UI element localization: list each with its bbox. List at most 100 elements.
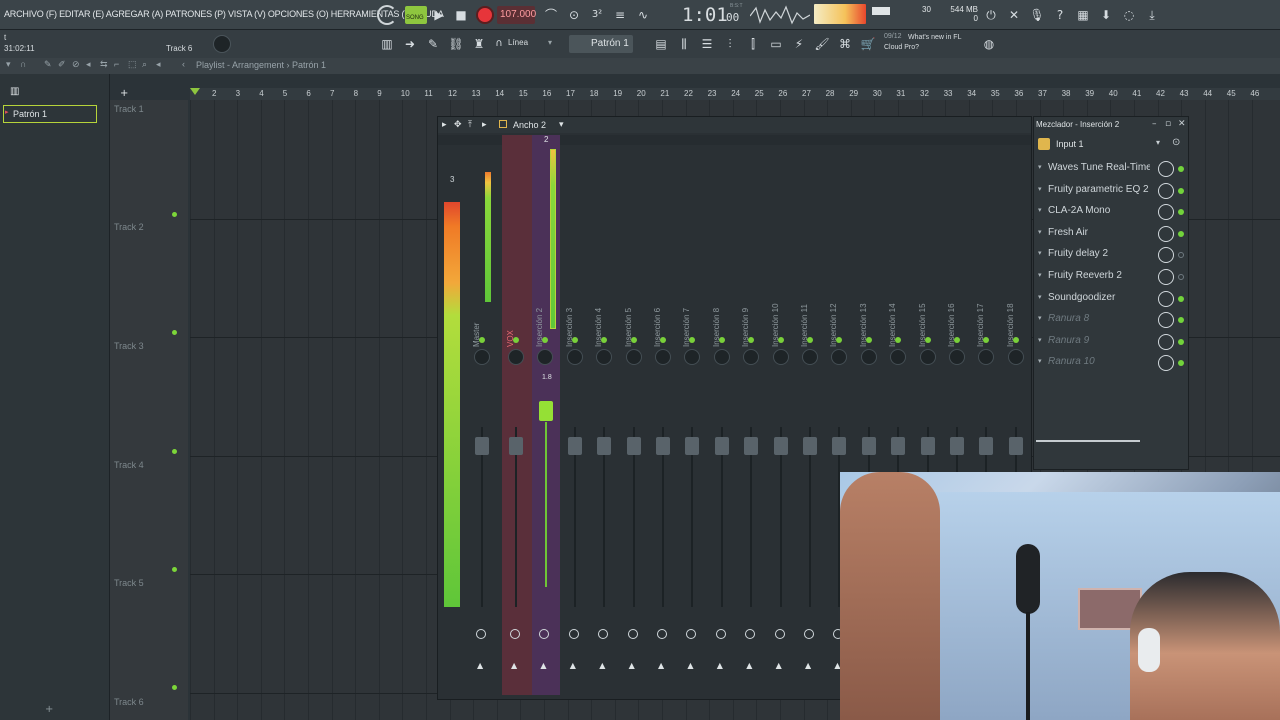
track-led[interactable] bbox=[172, 567, 177, 572]
pan-knob[interactable] bbox=[949, 349, 965, 365]
metronome-icon[interactable]: ⌒ bbox=[542, 6, 560, 24]
volume-fader[interactable] bbox=[1008, 437, 1023, 455]
pan-knob[interactable] bbox=[860, 349, 877, 365]
help-icon[interactable]: ? bbox=[1051, 6, 1069, 24]
snap-select[interactable]: Línea ▾ bbox=[504, 36, 554, 52]
slot-enable-led[interactable] bbox=[1178, 166, 1184, 172]
slot-menu-icon[interactable]: ▾ bbox=[1038, 357, 1042, 365]
effect-slot[interactable]: ▾ Ranura 10 bbox=[1038, 353, 1186, 373]
blend-notes-icon[interactable]: ∿ bbox=[634, 6, 652, 24]
route-arrow-icon[interactable]: ▲ bbox=[477, 661, 483, 670]
playback-icon[interactable]: ◂ bbox=[156, 59, 161, 70]
playhead-marker[interactable] bbox=[190, 88, 200, 95]
route-arrow-icon[interactable]: ▲ bbox=[746, 661, 752, 670]
mute-icon[interactable]: ◂ bbox=[86, 59, 91, 70]
eq-icon[interactable]: ⫶ bbox=[721, 35, 739, 53]
menu-opciones[interactable]: OPCIONES (O) bbox=[268, 9, 329, 19]
slot-enable-led[interactable] bbox=[1178, 360, 1184, 367]
power-icon[interactable]: ⏻ bbox=[982, 6, 1000, 24]
strip-enable-led[interactable] bbox=[807, 337, 813, 343]
tag-icon[interactable]: ⌘ bbox=[836, 35, 854, 53]
fx-toggle-icon[interactable] bbox=[627, 629, 638, 639]
delete-icon[interactable]: ⊘ bbox=[72, 59, 80, 70]
piano-icon[interactable]: ▦ bbox=[1074, 6, 1092, 24]
strip-enable-led[interactable] bbox=[630, 337, 637, 343]
volume-fader[interactable] bbox=[744, 437, 759, 455]
track-name[interactable]: Track 3 bbox=[114, 341, 144, 351]
arrow-right-icon[interactable]: ➜ bbox=[401, 35, 419, 53]
chevron-down-icon[interactable]: ▾ bbox=[559, 119, 564, 130]
pan-knob[interactable] bbox=[890, 349, 907, 365]
volume-fader[interactable] bbox=[773, 437, 788, 455]
channel-rack-icon[interactable]: ☰ bbox=[698, 35, 716, 53]
slot-enable-led[interactable] bbox=[1178, 209, 1184, 216]
paint-icon[interactable]: ✐ bbox=[58, 59, 66, 70]
draw-tool-icon[interactable]: ✎ bbox=[424, 35, 442, 53]
download-plugin-icon[interactable]: ⬇ bbox=[1097, 6, 1115, 24]
mixer-strip[interactable]: Master ▲ bbox=[468, 137, 496, 697]
link-icon[interactable]: ⛓ bbox=[447, 35, 465, 53]
effect-slot[interactable]: ▾ CLA-2A Mono bbox=[1038, 202, 1186, 222]
slot-menu-icon[interactable]: ▾ bbox=[1038, 336, 1042, 344]
pattern-selector[interactable]: Patrón 1 bbox=[569, 35, 633, 53]
chat-icon[interactable]: ◌ bbox=[1120, 6, 1138, 24]
upload-icon[interactable]: ⤒ bbox=[468, 119, 472, 130]
pan-knob[interactable] bbox=[743, 349, 760, 365]
pan-knob[interactable] bbox=[566, 349, 583, 365]
volume-fader[interactable] bbox=[567, 437, 582, 455]
pan-knob[interactable] bbox=[802, 349, 818, 365]
volume-fader[interactable] bbox=[656, 437, 670, 455]
route-arrow-icon[interactable]: ▲ bbox=[599, 661, 605, 670]
slot-menu-icon[interactable]: ▾ bbox=[1038, 185, 1042, 193]
effect-slot[interactable]: ▾ Soundgoodizer bbox=[1038, 289, 1186, 309]
globe-icon[interactable]: ◍ bbox=[980, 35, 998, 53]
sliders-icon[interactable]: ⫿ bbox=[744, 35, 762, 53]
fx-toggle-icon[interactable] bbox=[657, 629, 667, 639]
fx-toggle-icon[interactable] bbox=[686, 629, 697, 639]
chevron-down-icon[interactable]: ▾ bbox=[6, 59, 11, 70]
effect-slot[interactable]: ▾ Fruity Reeverb 2 bbox=[1038, 267, 1186, 287]
pan-knob[interactable] bbox=[1007, 349, 1024, 365]
route-arrow-icon[interactable]: ▲ bbox=[540, 661, 546, 670]
volume-fader[interactable] bbox=[597, 437, 612, 455]
mixer-tool-icon[interactable]: ✥ bbox=[454, 119, 462, 130]
effect-slot[interactable]: ▾ Ranura 8 bbox=[1038, 310, 1186, 330]
slot-mix-knob[interactable] bbox=[1158, 161, 1174, 177]
input-select[interactable]: Input 1 ▾ ⊙ bbox=[1038, 137, 1186, 153]
effect-slot[interactable]: ▾ Waves Tune Real-Time bbox=[1038, 159, 1186, 179]
slot-mix-knob[interactable] bbox=[1158, 225, 1174, 242]
slot-mix-knob[interactable] bbox=[1158, 333, 1174, 350]
strip-enable-led[interactable] bbox=[924, 337, 931, 343]
pattern-item[interactable]: ▸ Patrón 1 bbox=[3, 105, 97, 123]
song-position-display[interactable]: 1:01 00 B:S:T bbox=[682, 3, 743, 27]
volume-fader[interactable] bbox=[626, 437, 641, 455]
fx-toggle-icon[interactable] bbox=[598, 629, 609, 639]
piano-roll-icon[interactable]: ▥ bbox=[378, 35, 396, 53]
play-icon[interactable]: ▶ bbox=[430, 6, 448, 24]
maximize-icon[interactable]: ▫ bbox=[1165, 119, 1171, 129]
effect-slot[interactable]: ▾ Fresh Air bbox=[1038, 224, 1186, 244]
slot-menu-icon[interactable]: ▾ bbox=[1038, 163, 1042, 171]
fx-toggle-icon[interactable] bbox=[476, 629, 486, 639]
track-name[interactable]: Track 1 bbox=[114, 104, 144, 114]
menu-herramientas[interactable]: HERRAMIENTAS (T) bbox=[331, 9, 413, 19]
countdown-icon[interactable]: 3² bbox=[588, 6, 606, 24]
slot-mix-knob[interactable] bbox=[1158, 204, 1174, 221]
minimize-icon[interactable]: – bbox=[1152, 119, 1157, 129]
slot-mix-knob[interactable] bbox=[1158, 290, 1174, 307]
volume-fader[interactable] bbox=[475, 437, 489, 455]
track-name[interactable]: Track 2 bbox=[114, 222, 144, 232]
volume-fader[interactable] bbox=[979, 437, 994, 455]
menu-patrones[interactable]: PATRONES (P) bbox=[165, 9, 225, 19]
volume-fader[interactable] bbox=[861, 437, 876, 455]
volume-fader[interactable] bbox=[509, 437, 523, 455]
effect-slot[interactable]: ▾ Fruity delay 2 bbox=[1038, 245, 1186, 265]
volume-fader[interactable] bbox=[920, 437, 935, 455]
export-icon[interactable]: ⤓ bbox=[1143, 6, 1161, 24]
piano-keys-icon[interactable]: ▥ bbox=[10, 86, 19, 97]
slot-menu-icon[interactable]: ▾ bbox=[1038, 314, 1042, 322]
step-edit-icon[interactable]: ≡ bbox=[611, 6, 629, 24]
track-name[interactable]: Track 6 bbox=[114, 697, 144, 707]
record-button[interactable] bbox=[476, 6, 494, 24]
pan-knob[interactable] bbox=[978, 349, 995, 365]
